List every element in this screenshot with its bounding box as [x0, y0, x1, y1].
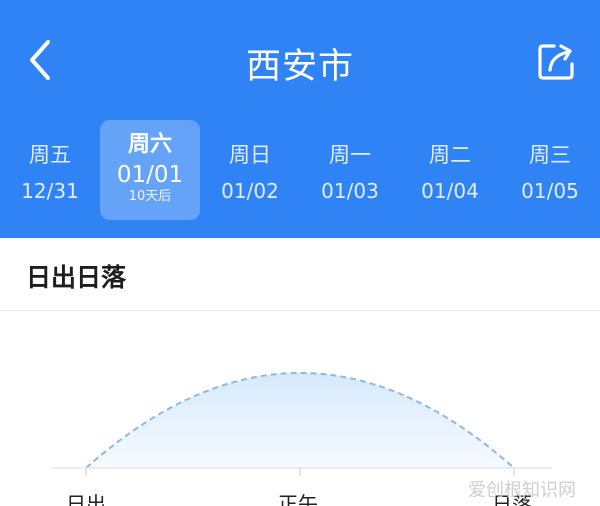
day-weekday: 周三 [529, 143, 571, 167]
watermark: 爱创根知识网 [468, 480, 576, 501]
day-date: 01/02 [221, 179, 279, 203]
sun-arc-chart [52, 372, 552, 476]
share-icon [538, 44, 574, 80]
day-weekday: 周五 [29, 143, 71, 167]
noon-label: 正午 [278, 492, 318, 506]
top-bar: 西安市 周五 12/31 周六 01/01 10天后 周日 01/02 周一 0… [0, 0, 600, 238]
day-relative: 10天后 [128, 189, 172, 204]
day-date: 01/04 [421, 179, 479, 203]
day-weekday: 周日 [229, 143, 271, 167]
day-date: 01/05 [521, 179, 579, 203]
day-weekday: 周一 [329, 143, 371, 167]
day-date: 01/03 [321, 179, 379, 203]
day-item-monday[interactable]: 周一 01/03 [300, 120, 400, 220]
day-date: 12/31 [21, 179, 79, 203]
day-date: 01/01 [116, 162, 184, 188]
day-selector: 周五 12/31 周六 01/01 10天后 周日 01/02 周一 01/03… [0, 120, 600, 222]
day-weekday: 周六 [127, 132, 172, 157]
day-item-tuesday[interactable]: 周二 01/04 [400, 120, 500, 220]
back-button[interactable] [22, 36, 62, 84]
day-item-sunday[interactable]: 周日 01/02 [200, 120, 300, 220]
chevron-left-icon [30, 40, 50, 80]
day-weekday: 周二 [429, 143, 471, 167]
city-title: 西安市 [245, 47, 354, 87]
sunrise-label: 日出 [66, 492, 106, 506]
day-item-saturday-selected[interactable]: 周六 01/01 10天后 [100, 120, 200, 220]
day-item-friday[interactable]: 周五 12/31 [0, 120, 100, 220]
share-button[interactable] [534, 40, 578, 84]
daylight-area [86, 373, 514, 468]
day-item-wednesday[interactable]: 周三 01/05 [500, 120, 600, 220]
